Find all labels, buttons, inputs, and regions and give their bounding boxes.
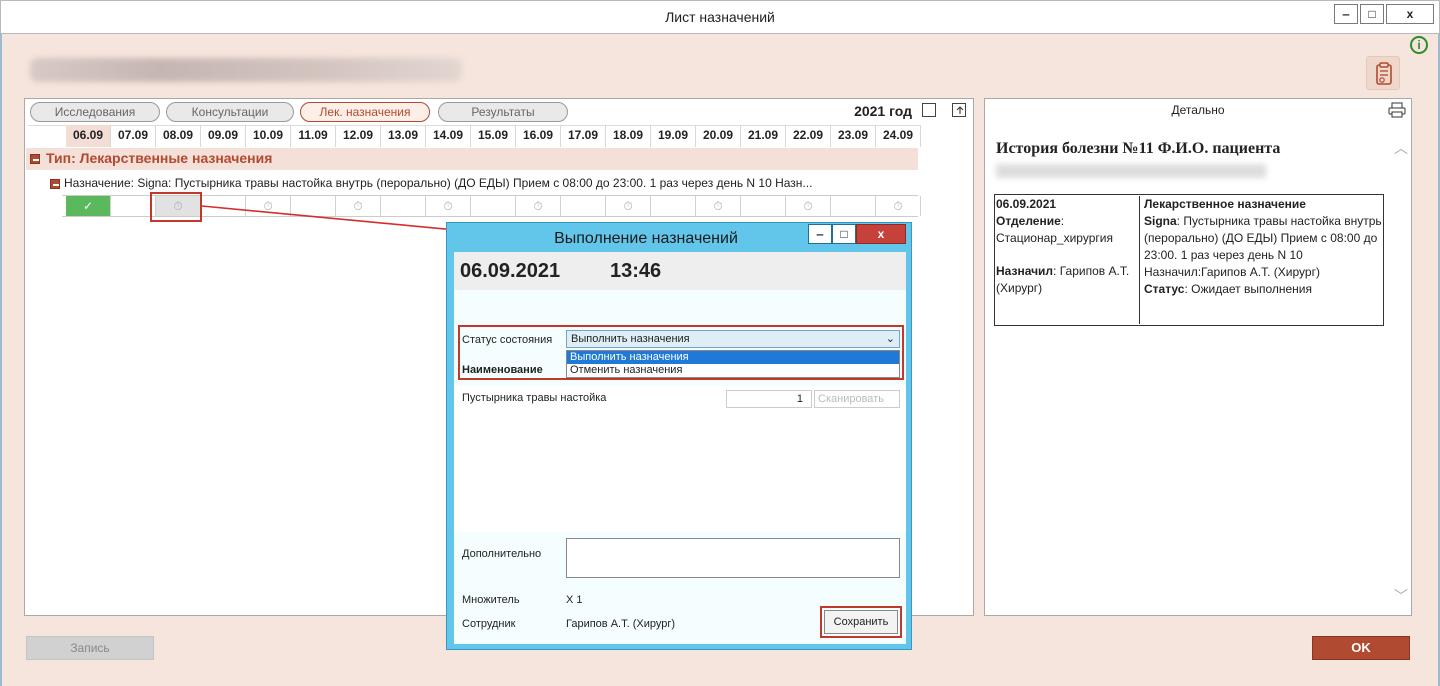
multiplier-value: X 1: [566, 594, 583, 606]
date-header-17.09[interactable]: 17.09: [561, 125, 606, 147]
cell-done-06.09[interactable]: ✓: [66, 196, 111, 216]
clipboard-icon: [1376, 62, 1392, 85]
tab-consultations[interactable]: Консультации: [166, 102, 294, 122]
employee-label: Сотрудник: [462, 618, 516, 630]
maximize-button[interactable]: □: [1360, 4, 1384, 24]
scan-button[interactable]: Сканировать: [814, 390, 900, 408]
ok-button[interactable]: OK: [1312, 636, 1410, 660]
date-header-23.09[interactable]: 23.09: [831, 125, 876, 147]
copy-icon[interactable]: [922, 103, 936, 117]
date-header-12.09[interactable]: 12.09: [336, 125, 381, 147]
dialog-minimize-button[interactable]: ‒: [808, 224, 832, 244]
timer-icon-24.09[interactable]: ⏱: [876, 196, 921, 216]
item-name: Пустырника травы настойка: [462, 392, 607, 404]
timer-icon-18.09[interactable]: ⏱: [606, 196, 651, 216]
date-header-22.09[interactable]: 22.09: [786, 125, 831, 147]
signa-label: Signa: [1144, 214, 1177, 228]
scroll-down-icon[interactable]: ﹀: [1394, 586, 1408, 606]
cell-empty-23.09[interactable]: [831, 196, 876, 216]
date-header-07.09[interactable]: 07.09: [111, 125, 156, 147]
history-title: История болезни №11 Ф.И.О. пациента: [996, 140, 1281, 157]
scroll-up-icon[interactable]: ︿: [1394, 138, 1408, 158]
date-header-11.09[interactable]: 11.09: [291, 125, 336, 147]
status-value: Ожидает выполнения: [1191, 282, 1313, 296]
department-label: Отделение: [996, 214, 1061, 228]
date-header-16.09[interactable]: 16.09: [516, 125, 561, 147]
detail-header: Детально: [1171, 103, 1225, 117]
date-header-21.09[interactable]: 21.09: [741, 125, 786, 147]
tab-medications[interactable]: Лек. назначения: [300, 102, 430, 122]
signa-text: Пустырника травы настойка внутрь (перора…: [1144, 214, 1382, 279]
assigned-label: Назначил: [996, 264, 1054, 278]
record-button[interactable]: Запись: [26, 636, 154, 660]
collapse-type-icon[interactable]: [30, 154, 40, 164]
dialog-title: Выполнение назначений: [554, 230, 738, 247]
export-icon[interactable]: [952, 103, 966, 117]
date-header-18.09[interactable]: 18.09: [606, 125, 651, 147]
clipboard-button[interactable]: [1366, 56, 1400, 90]
type-group-label: Тип: Лекарственные назначения: [46, 150, 273, 166]
minimize-button[interactable]: ‒: [1334, 4, 1358, 24]
date-header-08.09[interactable]: 08.09: [156, 125, 201, 147]
collapse-assignment-icon[interactable]: [50, 179, 60, 189]
dialog-close-button[interactable]: x: [856, 224, 906, 244]
highlight-box-cell: [150, 192, 202, 222]
date-header-20.09[interactable]: 20.09: [696, 125, 741, 147]
additional-label: Дополнительно: [462, 548, 542, 560]
date-header-06.09[interactable]: 06.09: [66, 125, 111, 147]
additional-textarea[interactable]: [566, 538, 900, 578]
cell-empty-21.09[interactable]: [741, 196, 786, 216]
dialog-maximize-button[interactable]: □: [832, 224, 856, 244]
date-header-10.09[interactable]: 10.09: [246, 125, 291, 147]
close-button[interactable]: x: [1386, 4, 1434, 24]
dialog-time: 13:46: [610, 260, 662, 282]
cell-empty-19.09[interactable]: [651, 196, 696, 216]
timer-icon-20.09[interactable]: ⏱: [696, 196, 741, 216]
patient-name-blurred: [30, 58, 462, 82]
status-label: Статус: [1144, 282, 1185, 296]
print-icon[interactable]: [1388, 102, 1406, 118]
department-value: Стационар_хирургия: [996, 231, 1113, 245]
highlight-box-save: [820, 606, 902, 638]
item-quantity-input[interactable]: 1: [726, 390, 812, 408]
date-header-13.09[interactable]: 13.09: [381, 125, 426, 147]
dialog-date: 06.09.2021: [460, 260, 561, 282]
detail-right-column: Лекарственное назначение Signa: Пустырни…: [1144, 197, 1382, 296]
tab-research[interactable]: Исследования: [30, 102, 160, 122]
detail-type-title: Лекарственное назначение: [1144, 197, 1306, 211]
highlight-box-status: [458, 325, 904, 380]
date-header-19.09[interactable]: 19.09: [651, 125, 696, 147]
timer-icon-22.09[interactable]: ⏱: [786, 196, 831, 216]
tab-results[interactable]: Результаты: [438, 102, 568, 122]
date-header-15.09[interactable]: 15.09: [471, 125, 516, 147]
year-label: 2021 год: [854, 103, 912, 119]
date-header-09.09[interactable]: 09.09: [201, 125, 246, 147]
date-header-24.09[interactable]: 24.09: [876, 125, 921, 147]
detail-date: 06.09.2021: [996, 197, 1057, 211]
window-title: Лист назначений: [665, 9, 775, 25]
info-icon[interactable]: i: [1410, 36, 1428, 54]
assignment-text[interactable]: Назначение: Signa: Пустырника травы наст…: [64, 176, 916, 192]
history-patient-blurred: [996, 164, 1266, 178]
employee-value: Гарипов А.Т. (Хирург): [566, 618, 676, 630]
multiplier-label: Множитель: [462, 594, 520, 606]
detail-left-column: 06.09.2021 Отделение: Стационар_хирургия…: [996, 196, 1140, 324]
cell-empty-17.09[interactable]: [561, 196, 606, 216]
date-header-14.09[interactable]: 14.09: [426, 125, 471, 147]
